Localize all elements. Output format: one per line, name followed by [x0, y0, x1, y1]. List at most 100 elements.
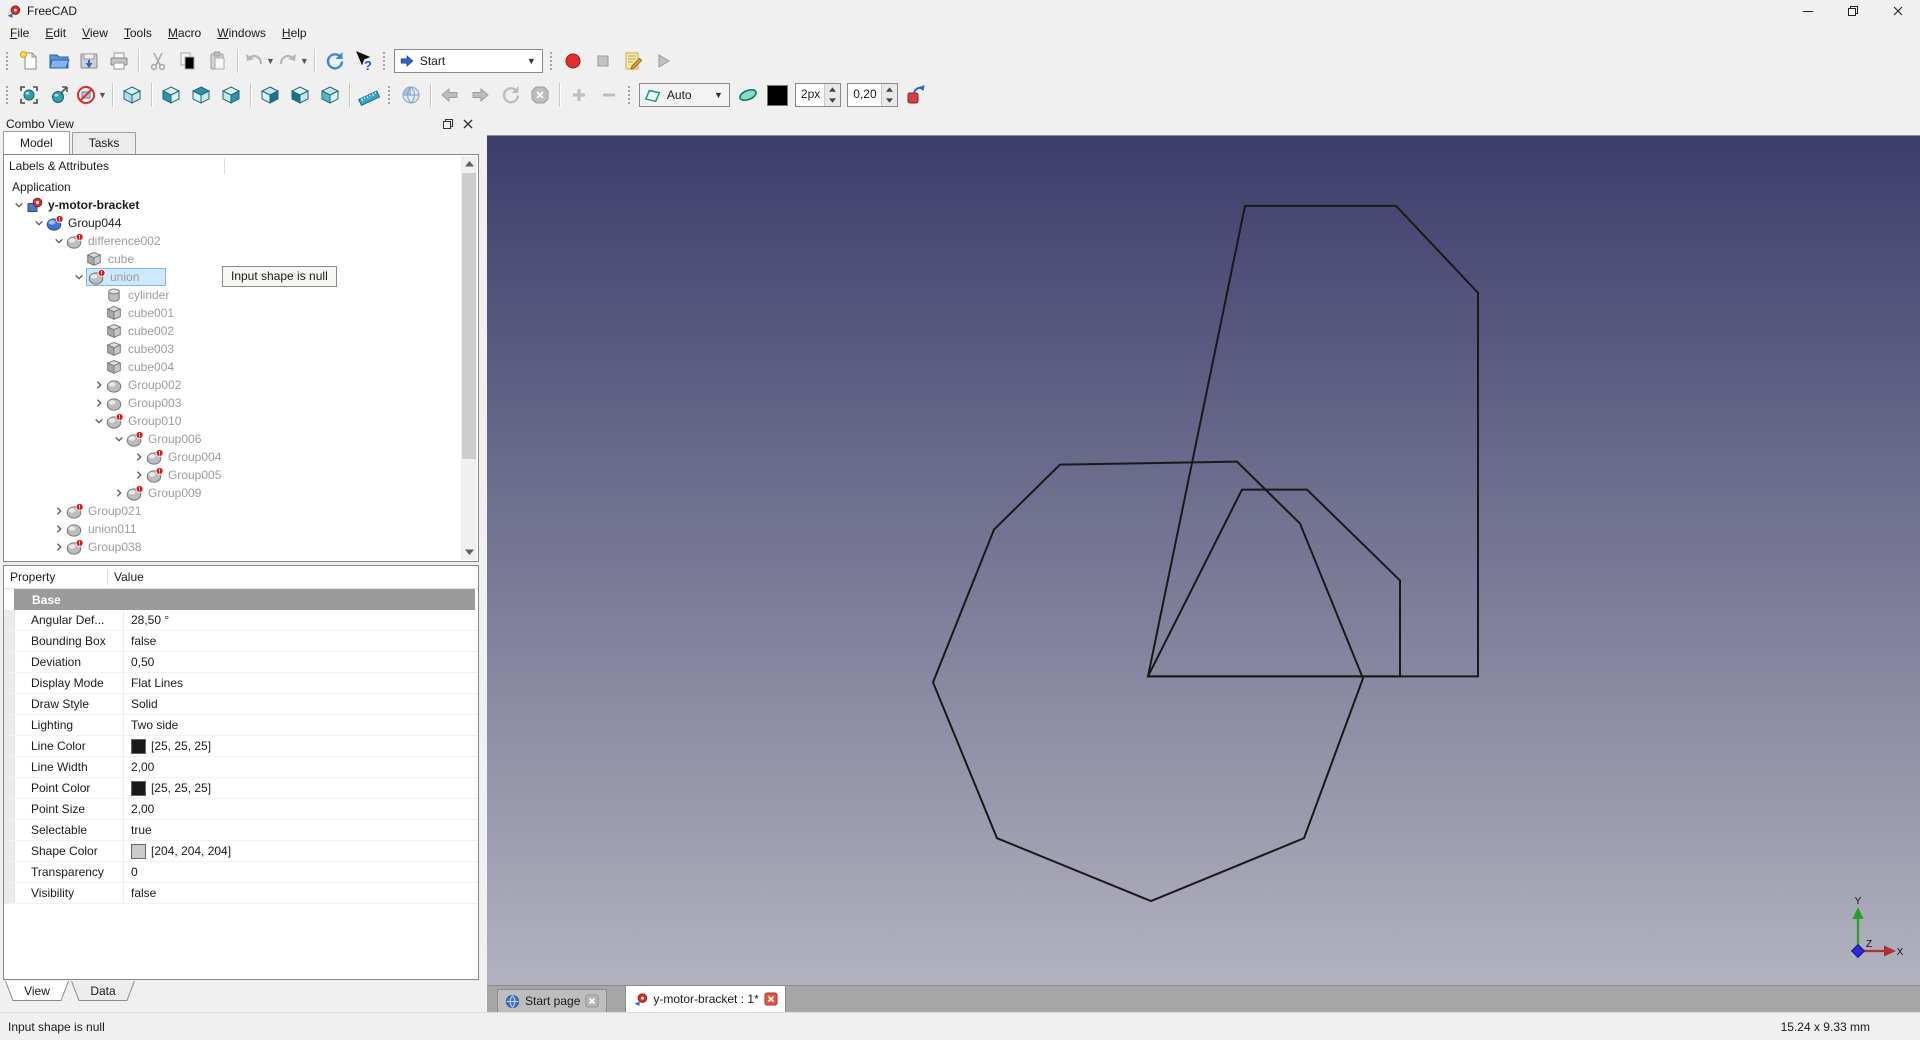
- working-plane-selector[interactable]: Auto ▼: [638, 83, 730, 107]
- line-color-swatch[interactable]: [766, 84, 788, 106]
- nav-forward-button[interactable]: [465, 80, 495, 110]
- tree-item-cube004[interactable]: cube004: [4, 358, 461, 376]
- cut-button[interactable]: [143, 46, 173, 76]
- measure-button[interactable]: [354, 80, 384, 110]
- chevron-right-icon[interactable]: [92, 397, 106, 409]
- chevron-right-icon[interactable]: [52, 541, 66, 553]
- property-value[interactable]: 2,00: [124, 757, 154, 777]
- view-bottom-button[interactable]: [285, 80, 315, 110]
- property-value[interactable]: Flat Lines: [124, 673, 183, 693]
- view-right-button[interactable]: [216, 80, 246, 110]
- tree-item-Group006[interactable]: ! Group006: [4, 430, 461, 448]
- property-value[interactable]: false: [124, 883, 156, 903]
- property-value[interactable]: false: [124, 631, 156, 651]
- toolbar-grip[interactable]: [547, 50, 554, 72]
- tree-item-cube001[interactable]: cube001: [4, 304, 461, 322]
- copy-button[interactable]: [173, 46, 203, 76]
- spin-down-icon[interactable]: [825, 95, 841, 106]
- selected-item-highlight[interactable]: ! union: [86, 268, 167, 286]
- save-button[interactable]: [74, 46, 104, 76]
- chevron-right-icon[interactable]: [132, 451, 146, 463]
- toolbar-grip[interactable]: [4, 84, 10, 106]
- menu-tools[interactable]: Tools: [116, 23, 160, 43]
- tree-item-Group010[interactable]: ! Group010: [4, 412, 461, 430]
- scrollbar-thumb[interactable]: [462, 173, 476, 459]
- property-row-point-color[interactable]: Point Color [25, 25, 25]: [4, 778, 478, 799]
- view-front-button[interactable]: [156, 80, 186, 110]
- workbench-selector[interactable]: Start ▼: [393, 49, 543, 73]
- chevron-right-icon[interactable]: [52, 505, 66, 517]
- spin-up-icon[interactable]: [881, 84, 897, 95]
- document-tab-start-page[interactable]: Start page: [497, 989, 608, 1012]
- property-row-lighting[interactable]: Lighting Two side: [4, 715, 478, 736]
- macro-stop-button[interactable]: [588, 46, 618, 76]
- view-top-button[interactable]: [186, 80, 216, 110]
- redo-button[interactable]: ▼: [276, 46, 310, 76]
- zoom-out-button[interactable]: [594, 80, 624, 110]
- apply-style-button[interactable]: [901, 80, 931, 110]
- tree-item-cylinder[interactable]: cylinder: [4, 286, 461, 304]
- property-value[interactable]: true: [124, 820, 152, 840]
- tab-view[interactable]: View: [5, 981, 69, 1002]
- toolbar-grip[interactable]: [380, 50, 387, 72]
- float-panel-button[interactable]: [442, 118, 454, 130]
- scroll-down-icon[interactable]: [461, 544, 477, 560]
- construction-mode-button[interactable]: [733, 80, 763, 110]
- restore-button[interactable]: [1830, 0, 1875, 22]
- macro-record-button[interactable]: [558, 46, 588, 76]
- menu-help[interactable]: Help: [274, 23, 315, 43]
- chevron-right-icon[interactable]: [52, 523, 66, 535]
- tree-item-cube002[interactable]: cube002: [4, 322, 461, 340]
- fit-selection-button[interactable]: [44, 80, 74, 110]
- property-value[interactable]: [204, 204, 204]: [124, 841, 231, 861]
- chevron-down-icon[interactable]: [32, 217, 46, 229]
- close-tab-button[interactable]: [585, 994, 599, 1008]
- property-group-base[interactable]: Base: [14, 589, 475, 610]
- toolbar-grip[interactable]: [4, 50, 10, 72]
- property-row-shape-color[interactable]: Shape Color [204, 204, 204]: [4, 841, 478, 862]
- view-left-button[interactable]: [315, 80, 345, 110]
- tree-item-y-motor-bracket[interactable]: y-motor-bracket: [4, 196, 461, 214]
- snap-distance-spinbox[interactable]: 0,20: [847, 83, 898, 107]
- chevron-right-icon[interactable]: [112, 487, 126, 499]
- chevron-right-icon[interactable]: [92, 379, 106, 391]
- property-row-draw-style[interactable]: Draw Style Solid: [4, 694, 478, 715]
- document-tab-active[interactable]: y-motor-bracket : 1*: [625, 985, 786, 1012]
- menu-edit[interactable]: Edit: [37, 23, 74, 43]
- menu-view[interactable]: View: [74, 23, 116, 43]
- property-row-deviation[interactable]: Deviation 0,50: [4, 652, 478, 673]
- undo-button[interactable]: ▼: [242, 46, 276, 76]
- tree-item-Group003[interactable]: Group003: [4, 394, 461, 412]
- toolbar-grip[interactable]: [385, 84, 392, 106]
- refresh-button[interactable]: [319, 46, 349, 76]
- paste-button[interactable]: [203, 46, 233, 76]
- chevron-right-icon[interactable]: [132, 469, 146, 481]
- view-axonometric-button[interactable]: [117, 80, 147, 110]
- property-value[interactable]: 0,50: [124, 652, 154, 672]
- open-folder-button[interactable]: [44, 46, 74, 76]
- property-row-line-color[interactable]: Line Color [25, 25, 25]: [4, 736, 478, 757]
- toolbar-grip[interactable]: [625, 84, 632, 106]
- scroll-up-icon[interactable]: [461, 156, 477, 172]
- tree-item-Group004[interactable]: ! Group004: [4, 448, 461, 466]
- property-row-visibility[interactable]: Visibility false: [4, 883, 478, 904]
- menu-windows[interactable]: Windows: [209, 23, 274, 43]
- close-button[interactable]: [1875, 0, 1920, 22]
- menu-file[interactable]: File: [2, 23, 37, 43]
- tree-item-Group005[interactable]: ! Group005: [4, 466, 461, 484]
- draw-style-button[interactable]: ▼: [74, 80, 108, 110]
- property-row-transparency[interactable]: Transparency 0: [4, 862, 478, 883]
- print-button[interactable]: [104, 46, 134, 76]
- spin-down-icon[interactable]: [881, 95, 897, 106]
- view-rear-button[interactable]: [255, 80, 285, 110]
- whats-this-button[interactable]: ?: [349, 46, 379, 76]
- tree-item-cube003[interactable]: cube003: [4, 340, 461, 358]
- tree-item-Group038[interactable]: ! Group038: [4, 538, 461, 556]
- chevron-down-icon[interactable]: [72, 271, 86, 283]
- nav-back-button[interactable]: [435, 80, 465, 110]
- macro-edit-button[interactable]: [618, 46, 648, 76]
- tree-scrollbar[interactable]: [461, 156, 477, 560]
- property-value[interactable]: 2,00: [124, 799, 154, 819]
- fit-all-button[interactable]: [14, 80, 44, 110]
- chevron-down-icon[interactable]: [52, 235, 66, 247]
